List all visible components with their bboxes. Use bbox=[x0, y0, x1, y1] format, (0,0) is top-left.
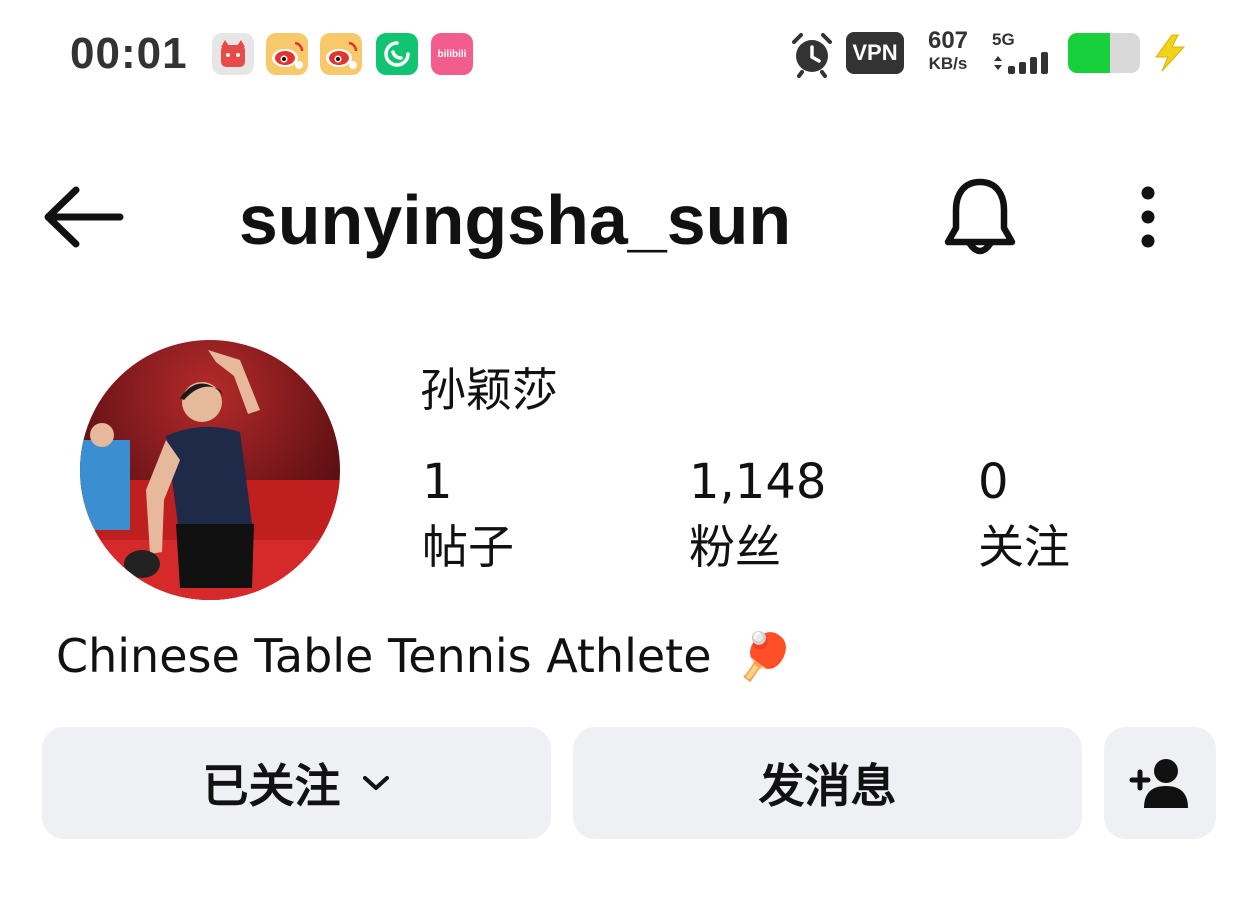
bilibili-label: bilibili bbox=[437, 48, 467, 60]
bell-icon bbox=[944, 178, 1016, 255]
message-button[interactable]: 发消息 bbox=[573, 727, 1082, 839]
pinduoduo-cat-icon bbox=[212, 33, 254, 75]
following-button[interactable]: 已关注 bbox=[42, 727, 551, 839]
following-label: 关注 bbox=[978, 520, 1070, 574]
weibo-icon bbox=[320, 33, 362, 75]
followers-label: 粉丝 bbox=[689, 520, 781, 574]
bio-text: Chinese Table Tennis Athlete bbox=[56, 629, 712, 683]
posts-stat[interactable]: 1 帖子 bbox=[422, 452, 514, 580]
followers-count: 1,148 bbox=[689, 454, 827, 510]
posts-count: 1 bbox=[422, 454, 453, 510]
suggest-people-button[interactable] bbox=[1104, 727, 1216, 839]
battery-fill bbox=[1068, 33, 1110, 73]
network-speed-unit: KB/s bbox=[928, 54, 968, 73]
network-speed-value: 607 bbox=[927, 27, 969, 54]
signal-icon bbox=[993, 52, 1059, 81]
avatar-photo bbox=[80, 340, 340, 600]
profile-bio: Chinese Table Tennis Athlete 🏓 bbox=[56, 626, 793, 686]
message-button-label: 发消息 bbox=[758, 759, 897, 813]
battery-indicator bbox=[1068, 33, 1140, 73]
network-speed: 607 KB/s bbox=[918, 28, 978, 74]
following-stat[interactable]: 0 关注 bbox=[978, 452, 1070, 580]
following-button-label: 已关注 bbox=[202, 759, 341, 813]
phone-chat-icon bbox=[376, 33, 418, 75]
status-time: 00:01 bbox=[70, 29, 188, 78]
alarm-icon bbox=[788, 30, 836, 83]
notification-button[interactable] bbox=[940, 176, 1020, 265]
bilibili-icon: bilibili bbox=[431, 33, 473, 75]
vpn-badge: VPN bbox=[846, 32, 904, 74]
ping-pong-emoji: 🏓 bbox=[736, 629, 794, 683]
network-type: 5G bbox=[992, 30, 1015, 49]
display-name: 孙颖莎 bbox=[420, 363, 558, 417]
more-options-button[interactable] bbox=[1124, 184, 1172, 255]
weibo-icon bbox=[266, 33, 308, 75]
followers-stat[interactable]: 1,148 粉丝 bbox=[689, 452, 826, 580]
charging-bolt-icon bbox=[1150, 33, 1190, 78]
following-count: 0 bbox=[978, 454, 1009, 510]
avatar[interactable] bbox=[80, 340, 340, 600]
chevron-down-icon bbox=[361, 773, 391, 793]
posts-label: 帖子 bbox=[422, 520, 514, 574]
more-vertical-icon bbox=[1141, 186, 1155, 248]
add-person-icon bbox=[1129, 759, 1188, 808]
profile-username: sunyingsha_sun bbox=[0, 178, 1030, 262]
username-text: sunyingsha_sun bbox=[238, 181, 792, 259]
